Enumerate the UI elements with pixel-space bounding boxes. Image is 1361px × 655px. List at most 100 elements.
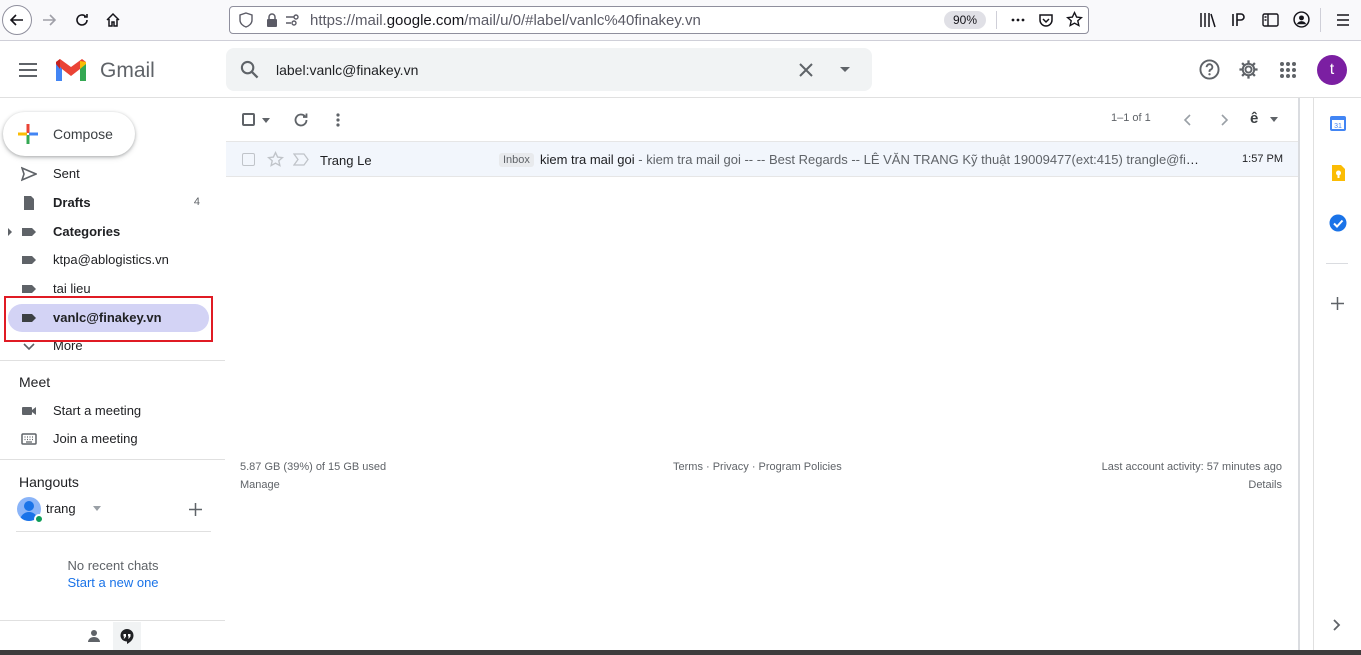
taskbar-strip (0, 650, 1361, 655)
drafts-count: 4 (193, 196, 200, 208)
label-icon (22, 285, 36, 293)
extension-ip-icon[interactable] (1230, 12, 1246, 28)
star-icon[interactable] (267, 151, 284, 168)
lock-icon[interactable] (264, 12, 280, 28)
hangouts-tab[interactable] (113, 622, 141, 650)
compose-label: Compose (53, 126, 113, 142)
url-text: https://mail.google.com/mail/u/0/#label/… (310, 12, 701, 29)
calendar-icon[interactable]: 31 (1329, 114, 1347, 132)
settings-gear-icon[interactable] (1238, 59, 1259, 80)
sidebar: Compose Sent Drafts 4 Categories ktpa@ab… (0, 98, 225, 655)
library-icon[interactable] (1199, 12, 1217, 28)
account-avatar[interactable]: t (1317, 55, 1347, 85)
tasks-icon[interactable] (1329, 214, 1347, 232)
gmail-logo-icon[interactable] (54, 58, 88, 83)
importance-marker-icon[interactable] (293, 153, 309, 166)
join-meeting-label: Join a meeting (53, 431, 138, 446)
clear-search-icon[interactable] (798, 62, 814, 78)
shield-icon[interactable] (238, 12, 254, 28)
url-bar[interactable]: https://mail.google.com/mail/u/0/#label/… (229, 6, 1089, 34)
activity-details-link[interactable]: Details (1248, 479, 1282, 491)
input-tools-dropdown-icon[interactable] (1270, 117, 1278, 122)
join-meeting-item[interactable]: Join a meeting (0, 425, 212, 453)
start-new-chat-label[interactable]: Start a new one (67, 575, 158, 590)
email-snippet: - kiem tra mail goi -- -- Best Regards -… (634, 152, 1200, 167)
toolbar-divider (1320, 8, 1321, 32)
no-recent-chats-text: No recent chats (67, 558, 159, 573)
expand-side-panel-icon[interactable] (1332, 618, 1342, 632)
sidebar-toggle-icon[interactable] (1262, 12, 1279, 28)
zoom-level-badge[interactable]: 90% (944, 11, 986, 29)
hamburger-menu-icon[interactable] (1335, 12, 1351, 28)
last-activity-text: Last account activity: 57 minutes ago (1101, 461, 1282, 473)
gmail-header: Gmail label:vanlc@finakey.vn t (0, 41, 1361, 98)
search-options-icon[interactable] (839, 66, 851, 74)
keep-icon[interactable] (1330, 164, 1346, 182)
select-options-icon[interactable] (262, 118, 270, 123)
new-chat-plus-icon[interactable] (189, 503, 202, 516)
search-bar[interactable]: label:vanlc@finakey.vn (226, 48, 872, 91)
more-actions-icon[interactable] (1010, 12, 1026, 28)
annotation-highlight-box (4, 296, 213, 342)
hangouts-quote-icon (120, 629, 134, 644)
status-dropdown-icon[interactable] (93, 506, 101, 511)
account-icon[interactable] (1293, 11, 1310, 28)
sidebar-item-categories[interactable]: Categories (0, 218, 212, 246)
inbox-badge[interactable]: Inbox (499, 153, 534, 167)
footer-policy-links[interactable]: Terms · Privacy · Program Policies (673, 461, 842, 473)
video-camera-icon (22, 407, 36, 415)
storage-usage: 5.87 GB (39%) of 15 GB used (240, 461, 387, 473)
hangouts-section-title: Hangouts (19, 474, 79, 490)
search-icon[interactable] (240, 60, 259, 79)
contacts-person-icon[interactable] (87, 629, 101, 643)
permissions-icon[interactable] (284, 12, 300, 28)
sidebar-item-drafts[interactable]: Drafts 4 (0, 189, 212, 217)
refresh-icon[interactable] (293, 112, 309, 128)
url-prefix: https://mail. (310, 12, 387, 29)
sidebar-divider (0, 360, 225, 361)
search-input[interactable]: label:vanlc@finakey.vn (276, 62, 418, 78)
home-icon[interactable] (98, 5, 128, 35)
pocket-icon[interactable] (1038, 12, 1054, 28)
input-tools-icon[interactable]: ê (1250, 110, 1258, 127)
back-icon[interactable] (2, 5, 32, 35)
bookmark-star-icon[interactable] (1066, 11, 1083, 28)
hangouts-username[interactable]: trang (46, 501, 76, 516)
url-domain: google.com (386, 12, 465, 29)
sidebar-item-label: ktpa@ablogistics.vn (53, 252, 169, 267)
gmail-wordmark[interactable]: Gmail (100, 59, 155, 83)
forward-icon[interactable] (34, 5, 64, 35)
draft-file-icon (24, 196, 34, 210)
select-all-checkbox[interactable] (242, 113, 255, 126)
more-options-icon[interactable] (330, 112, 346, 128)
label-icon (22, 256, 36, 264)
main-scrollbar[interactable] (1298, 98, 1300, 650)
help-icon[interactable] (1199, 59, 1220, 80)
start-meeting-item[interactable]: Start a meeting (0, 397, 212, 425)
pagination-text: 1–1 of 1 (1111, 112, 1151, 124)
manage-storage-link[interactable]: Manage (240, 479, 280, 491)
table-row[interactable]: Trang Le Inbox kiem tra mail goi - kiem … (226, 141, 1298, 177)
browser-toolbar: https://mail.google.com/mail/u/0/#label/… (0, 0, 1361, 41)
url-divider (996, 11, 997, 29)
expand-arrow-icon[interactable] (7, 228, 13, 236)
row-checkbox[interactable] (242, 153, 255, 166)
compose-button[interactable]: Compose (3, 112, 135, 156)
get-addons-plus-icon[interactable] (1331, 297, 1344, 310)
apps-grid-icon[interactable] (1279, 61, 1297, 79)
reload-icon[interactable] (67, 5, 97, 35)
sidebar-item-label: Sent (53, 166, 80, 181)
send-icon (21, 166, 37, 182)
email-time: 1:57 PM (1242, 153, 1283, 165)
email-subject-line: kiem tra mail goi - kiem tra mail goi --… (540, 152, 1200, 167)
start-new-chat-link[interactable]: Start a new one (0, 575, 226, 590)
sidebar-item-ktpa[interactable]: ktpa@ablogistics.vn (0, 246, 212, 274)
sidebar-item-sent[interactable]: Sent (0, 160, 212, 188)
online-status-dot (34, 514, 44, 524)
chevron-right-icon[interactable] (1217, 113, 1231, 127)
side-panel: 31 (1313, 98, 1361, 655)
label-icon (22, 228, 36, 236)
compose-plus-icon (18, 124, 38, 144)
chevron-left-icon[interactable] (1181, 113, 1195, 127)
main-menu-icon[interactable] (18, 62, 38, 78)
